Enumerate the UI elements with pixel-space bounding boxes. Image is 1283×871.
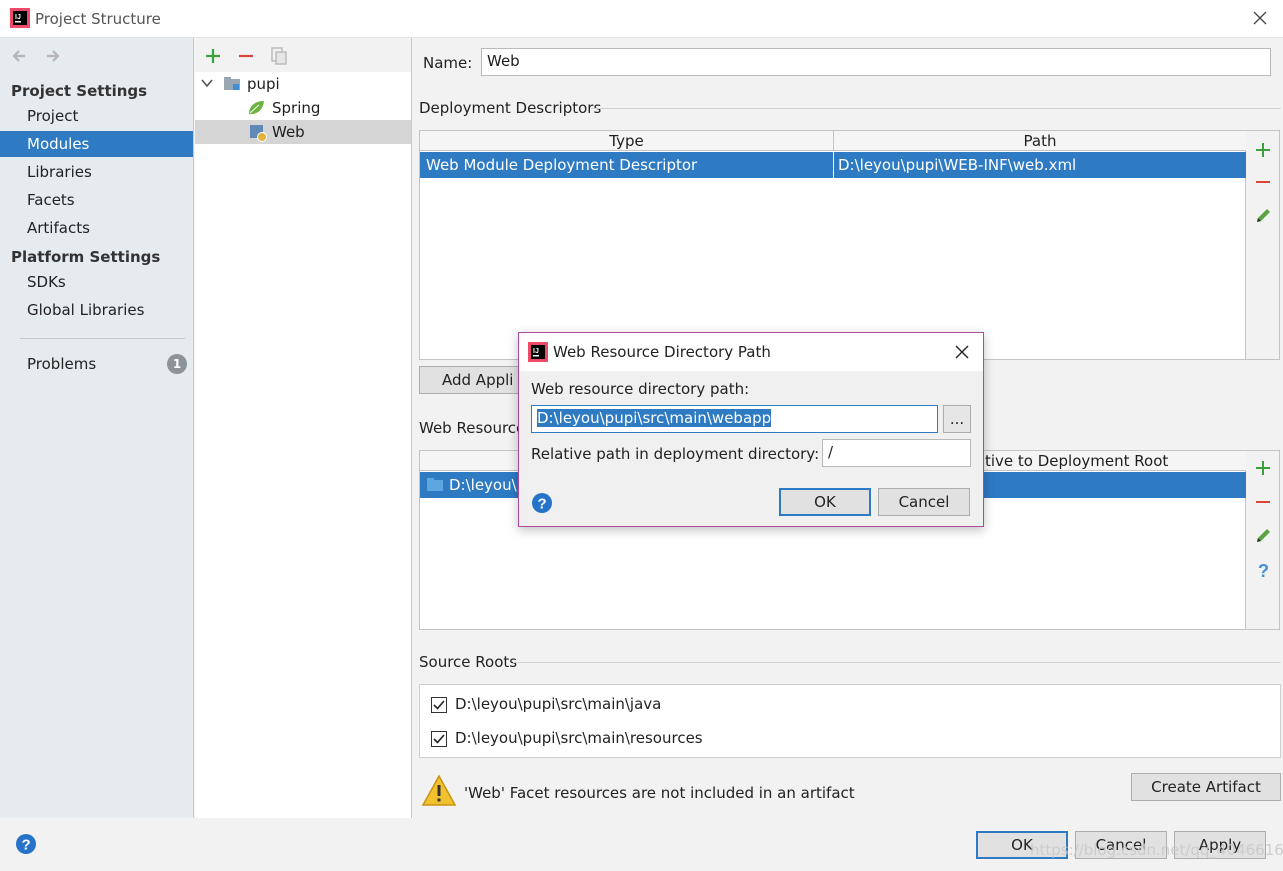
nav-item-global-libraries[interactable]: Global Libraries <box>0 297 193 323</box>
source-root-checkbox[interactable] <box>431 697 447 713</box>
nav-item-problems[interactable]: Problems <box>0 351 193 377</box>
nav-divider <box>20 338 185 339</box>
relative-path-label: Relative path in deployment directory: <box>531 445 820 463</box>
close-icon[interactable] <box>1250 8 1270 28</box>
intellij-app-icon: IJ <box>10 8 30 28</box>
section-divider <box>591 108 1281 109</box>
history-arrows <box>10 46 70 66</box>
resource-path-input[interactable]: D:\leyou\pupi\src\main\webapp <box>531 405 938 433</box>
help-icon[interactable]: ? <box>15 833 37 855</box>
spring-leaf-icon <box>249 101 264 115</box>
source-roots-list: D:\leyou\pupi\src\main\java D:\leyou\pup… <box>419 684 1281 758</box>
nav-item-sdks[interactable]: SDKs <box>0 269 193 295</box>
source-roots-label: Source Roots <box>419 653 518 671</box>
edit-pencil-icon[interactable] <box>1254 527 1272 545</box>
project-settings-header: Project Settings <box>11 82 148 100</box>
create-artifact-button[interactable]: Create Artifact <box>1131 773 1281 801</box>
descriptor-side-toolbar <box>1246 130 1280 360</box>
tree-item-spring[interactable]: Spring <box>195 96 411 120</box>
close-icon[interactable] <box>953 343 971 361</box>
folder-icon <box>427 478 443 491</box>
tree-toolbar <box>195 38 411 72</box>
svg-text:IJ: IJ <box>15 14 21 21</box>
edit-pencil-icon[interactable] <box>1254 207 1272 225</box>
cell-directory: D:\leyou\ <box>449 476 517 494</box>
svg-text:?: ? <box>538 496 547 513</box>
checkmark-icon <box>433 734 445 744</box>
column-header-type[interactable]: Type <box>420 131 833 151</box>
remove-icon[interactable] <box>1254 173 1272 191</box>
name-field[interactable]: Web <box>481 48 1271 76</box>
settings-navigation: Project Settings Project Modules Librari… <box>0 38 194 818</box>
tree-item-pupi[interactable]: pupi <box>195 72 411 96</box>
svg-text:IJ: IJ <box>533 348 539 355</box>
svg-text:?: ? <box>1258 561 1269 579</box>
back-arrow-icon[interactable] <box>10 46 30 66</box>
tree-item-label: pupi <box>247 75 280 93</box>
dialog-ok-button[interactable]: OK <box>779 488 871 516</box>
selected-path-text: D:\leyou\pupi\src\main\webapp <box>537 409 772 427</box>
remove-icon[interactable] <box>236 46 256 66</box>
tree-item-web[interactable]: Web <box>195 120 411 144</box>
add-icon[interactable] <box>1254 141 1272 159</box>
column-header-path[interactable]: Path <box>833 131 1246 151</box>
tree-item-label: Web <box>272 123 305 141</box>
watermark: https://blog.csdn.net/qq_40466163 <box>1030 841 1283 859</box>
web-facet-icon <box>250 125 267 142</box>
checkmark-icon <box>433 700 445 710</box>
nav-item-modules[interactable]: Modules <box>0 131 193 157</box>
warning-icon <box>421 774 457 806</box>
source-root-path: D:\leyou\pupi\src\main\resources <box>455 729 703 747</box>
title-bar: IJ Project Structure <box>0 0 1283 38</box>
remove-icon[interactable] <box>1254 493 1272 511</box>
section-divider <box>513 662 1281 663</box>
source-root-path: D:\leyou\pupi\src\main\java <box>455 695 662 713</box>
dialog-title: Web Resource Directory Path <box>553 343 771 361</box>
nav-item-artifacts[interactable]: Artifacts <box>0 215 193 241</box>
problems-count-badge: 1 <box>167 354 187 374</box>
module-tree-pane: pupi Spring Web <box>195 38 412 818</box>
browse-button[interactable]: ... <box>943 405 971 433</box>
copy-icon[interactable] <box>269 46 289 66</box>
nav-item-facets[interactable]: Facets <box>0 187 193 213</box>
question-icon[interactable]: ? <box>1254 561 1272 579</box>
forward-arrow-icon[interactable] <box>42 46 62 66</box>
intellij-app-icon: IJ <box>528 342 548 362</box>
cell-type: Web Module Deployment Descriptor <box>426 156 698 174</box>
module-folder-icon <box>224 77 240 90</box>
nav-item-project[interactable]: Project <box>0 103 193 129</box>
deployment-descriptors-label: Deployment Descriptors <box>419 99 602 117</box>
dialog-title-bar: IJ Web Resource Directory Path <box>519 333 983 371</box>
web-resource-side-toolbar: ? <box>1246 450 1280 630</box>
table-row[interactable]: Web Module Deployment Descriptor D:\leyo… <box>420 152 1246 178</box>
platform-settings-header: Platform Settings <box>11 248 161 266</box>
add-icon[interactable] <box>1254 459 1272 477</box>
web-resource-directory-dialog: IJ Web Resource Directory Path Web resou… <box>518 332 984 527</box>
svg-text:?: ? <box>22 837 31 854</box>
help-icon[interactable]: ? <box>531 492 553 514</box>
tree-item-label: Spring <box>272 99 321 117</box>
web-resource-directories-label: Web Resource <box>419 419 526 437</box>
name-label: Name: <box>423 54 473 72</box>
window-title: Project Structure <box>35 10 161 28</box>
warning-text: 'Web' Facet resources are not included i… <box>464 784 855 802</box>
dialog-cancel-button[interactable]: Cancel <box>878 488 970 516</box>
chevron-down-icon[interactable] <box>200 76 214 90</box>
source-root-checkbox[interactable] <box>431 731 447 747</box>
relative-path-input[interactable]: / <box>822 439 971 467</box>
deployment-descriptors-table: Type Path Web Module Deployment Descript… <box>419 130 1246 360</box>
add-icon[interactable] <box>203 46 223 66</box>
cell-path: D:\leyou\pupi\WEB-INF\web.xml <box>833 152 1076 178</box>
path-field-label: Web resource directory path: <box>531 380 750 398</box>
nav-item-libraries[interactable]: Libraries <box>0 159 193 185</box>
